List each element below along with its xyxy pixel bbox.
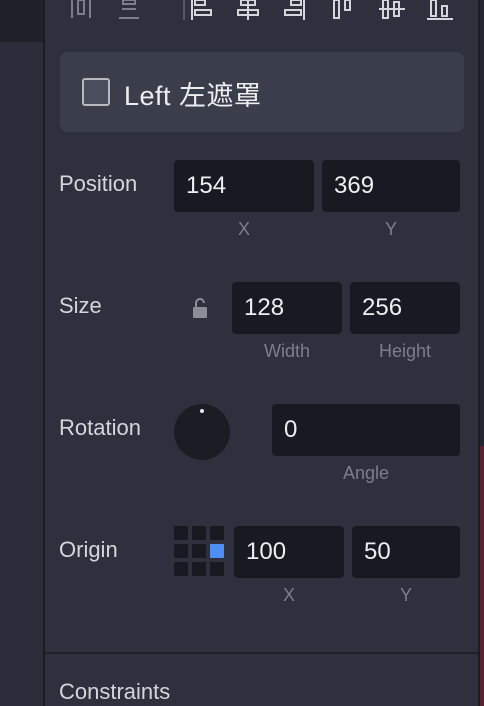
width-caption: Width [263,341,310,361]
origin-y-caption: Y [399,585,412,605]
height-caption: Height [378,341,432,361]
angle-input[interactable]: 0 [272,404,460,456]
angle-caption: Angle [342,463,390,483]
layer-visibility-checkbox[interactable] [82,78,110,106]
origin-anchor-middle-left[interactable] [174,544,188,558]
position-x-input[interactable]: 154 [174,160,314,212]
origin-anchor-middle-right[interactable] [210,544,224,558]
align-bottom-icon[interactable] [427,0,453,20]
layer-name-card: Left 左遮罩 [60,52,464,132]
scrollbar-border [478,0,480,706]
origin-anchor-bottom-right[interactable] [210,562,224,576]
rotation-dial-indicator [200,409,204,413]
origin-anchor-bottom-left[interactable] [174,562,188,576]
distribute-vertical-icon[interactable] [69,0,95,20]
origin-x-input[interactable]: 100 [234,526,344,578]
canvas-toolbar [0,0,44,42]
rotation-label: Rotation [59,415,141,440]
position-y-input[interactable]: 369 [322,160,460,212]
canvas-area[interactable] [0,0,44,706]
properties-panel: Left 左遮罩 Position 154 369 X Y Size 128 2… [45,0,478,706]
toolbar-separator [183,0,185,20]
position-label: Position [59,171,138,196]
distribute-center-icon[interactable] [117,0,143,20]
align-right-icon[interactable] [281,0,307,20]
constraints-section-header[interactable]: Constraints [59,679,170,705]
origin-anchor-top-left[interactable] [174,526,188,540]
origin-anchor-center[interactable] [192,544,206,558]
align-toolbar [65,0,465,22]
height-input[interactable]: 256 [350,282,460,334]
origin-anchor-top-right[interactable] [210,526,224,540]
lock-open-icon[interactable] [190,296,210,320]
position-x-caption: X [237,219,250,239]
width-input[interactable]: 128 [232,282,342,334]
origin-y-input[interactable]: 50 [352,526,460,578]
position-y-caption: Y [384,219,397,239]
layer-name[interactable]: Left 左遮罩 [124,74,262,113]
align-top-icon[interactable] [331,0,357,20]
origin-anchor-bottom-center[interactable] [192,562,206,576]
origin-label: Origin [59,537,118,562]
align-vertical-center-icon[interactable] [379,0,405,20]
align-horizontal-center-icon[interactable] [235,0,261,20]
align-left-icon[interactable] [189,0,215,20]
panel-scrollbar[interactable] [478,0,484,706]
size-label: Size [59,293,102,318]
rotation-dial[interactable] [174,404,230,460]
origin-anchor-top-center[interactable] [192,526,206,540]
origin-x-caption: X [282,585,295,605]
section-divider [45,652,478,654]
origin-anchor-grid[interactable] [174,526,226,578]
